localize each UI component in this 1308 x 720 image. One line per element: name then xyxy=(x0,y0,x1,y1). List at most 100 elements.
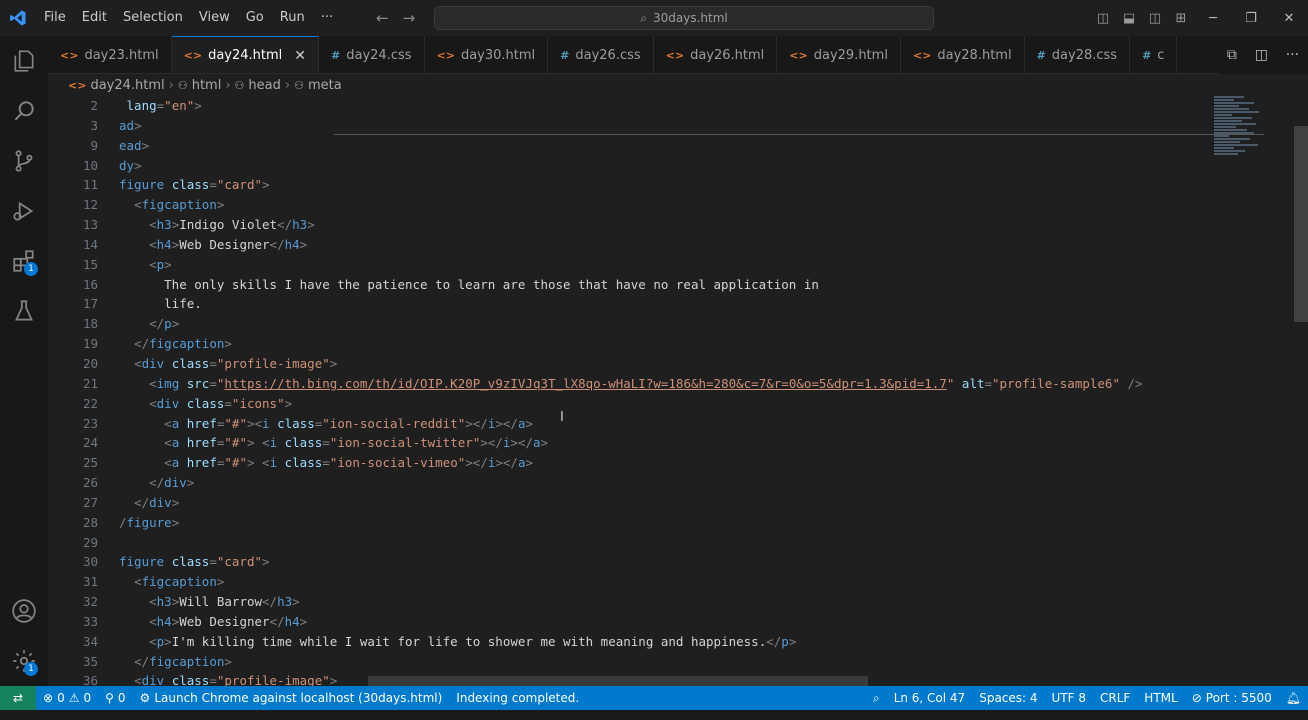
taskbar-strip xyxy=(0,710,1308,720)
split-editor-icon[interactable]: ◫ xyxy=(1255,47,1268,63)
line-number: 25 xyxy=(82,455,98,471)
code-line: <a href="#"> <i class="ion-social-vimeo"… xyxy=(164,455,534,471)
tab-day28-css[interactable]: # day28.css xyxy=(1025,36,1131,73)
tab-label: day28.css xyxy=(1051,47,1118,63)
indentation[interactable]: Spaces: 4 xyxy=(972,691,1044,705)
minimize-icon[interactable]: ─ xyxy=(1194,0,1232,36)
status-right: ⌕ Ln 6, Col 47 Spaces: 4 UTF 8 CRLF HTML… xyxy=(866,686,1308,710)
breadcrumb-meta[interactable]: meta xyxy=(308,78,342,93)
debug-config-icon: ⚙ xyxy=(139,691,151,705)
toggle-secondary-sidebar-icon[interactable]: ◫ xyxy=(1142,0,1168,36)
code-line: <div class="profile-image"> xyxy=(134,355,338,371)
code-line: <p> xyxy=(149,256,172,272)
toggle-panel-icon[interactable]: ⬓ xyxy=(1116,0,1142,36)
accounts-icon[interactable] xyxy=(0,586,48,636)
code-line: figure class="card"> xyxy=(119,177,270,193)
line-number: 33 xyxy=(82,613,98,629)
line-number: 3 xyxy=(90,117,98,133)
tab-day26-html[interactable]: <> day26.html xyxy=(654,36,778,73)
menu-edit[interactable]: Edit xyxy=(74,0,115,36)
search-icon: ⌕ xyxy=(640,10,647,25)
menu-go[interactable]: Go xyxy=(238,0,272,36)
code-line: <a href="#"><i class="ion-social-reddit"… xyxy=(164,415,534,431)
forward-arrow-icon[interactable]: → xyxy=(403,9,416,27)
title-bar: File Edit Selection View Go Run ··· ← → … xyxy=(0,0,1308,36)
line-number: 34 xyxy=(82,633,98,649)
code-lines[interactable]: lang="en"> ad> ead> dy> figure class="ca… xyxy=(119,96,1249,686)
breadcrumb-head[interactable]: head xyxy=(248,78,280,93)
indexing-status: Indexing completed. xyxy=(449,691,586,705)
code-line: /figure> xyxy=(119,514,180,530)
code-line: </div> xyxy=(134,494,180,510)
close-window-icon[interactable]: ✕ xyxy=(1270,0,1308,36)
source-control-icon[interactable] xyxy=(0,136,48,186)
end-of-line[interactable]: CRLF xyxy=(1093,691,1137,705)
menu-run[interactable]: Run xyxy=(272,0,313,36)
code-line: figure class="card"> xyxy=(119,554,270,570)
ports-indicator[interactable]: ⚲ 0 xyxy=(98,691,132,705)
tab-label: day26.html xyxy=(690,47,765,63)
notifications-bell-icon[interactable]: 🔔︎ xyxy=(1279,691,1308,705)
explorer-icon[interactable] xyxy=(0,36,48,86)
zoom-icon[interactable]: ⌕ xyxy=(866,691,887,706)
problems-indicator[interactable]: ⊗ 0 ⚠ 0 xyxy=(36,691,98,705)
minimap[interactable] xyxy=(1214,96,1264,196)
horizontal-scrollbar[interactable] xyxy=(368,676,868,686)
broadcast-icon: ⚲ xyxy=(105,691,114,705)
restore-icon[interactable]: ❐ xyxy=(1232,0,1270,36)
close-tab-icon[interactable]: ✕ xyxy=(294,48,306,64)
tab-day30-html[interactable]: <> day30.html xyxy=(425,36,549,73)
language-mode[interactable]: HTML xyxy=(1137,691,1184,705)
symbol-element-icon: ⚇ xyxy=(234,78,245,92)
tab-label: day26.css xyxy=(575,47,641,63)
settings-gear-icon[interactable]: 1 xyxy=(0,636,48,686)
tab-label: c xyxy=(1157,47,1165,63)
tab-day28-html[interactable]: <> day28.html xyxy=(901,36,1025,73)
launch-config[interactable]: ⚙ Launch Chrome against localhost (30day… xyxy=(133,691,450,705)
html-file-icon: <> xyxy=(60,48,79,62)
search-activity-icon[interactable] xyxy=(0,86,48,136)
breadcrumb-html[interactable]: html xyxy=(192,78,222,93)
tab-overflow[interactable]: # c xyxy=(1130,36,1178,73)
run-debug-icon[interactable] xyxy=(0,186,48,236)
tab-day24-css[interactable]: # day24.css xyxy=(319,36,425,73)
open-preview-icon[interactable]: ⧉ xyxy=(1227,47,1237,63)
remote-indicator-icon[interactable]: ⇄ xyxy=(0,686,36,710)
ports-count: 0 xyxy=(117,691,126,705)
tab-label: day29.html xyxy=(813,47,888,63)
toggle-sidebar-icon[interactable]: ◫ xyxy=(1090,0,1116,36)
menu-more[interactable]: ··· xyxy=(313,0,341,36)
tab-day26-css[interactable]: # day26.css xyxy=(548,36,654,73)
code-line: <figcaption> xyxy=(134,197,225,213)
activity-bar: 1 1 xyxy=(0,36,48,686)
live-server-port[interactable]: ⊘ Port : 5500 xyxy=(1185,691,1279,705)
more-actions-icon[interactable]: ··· xyxy=(1286,47,1299,63)
tab-day23-html[interactable]: <> day23.html xyxy=(48,36,172,73)
search-text: 30days.html xyxy=(652,11,728,25)
vertical-scrollbar[interactable] xyxy=(1294,126,1308,322)
command-center-search[interactable]: ⌕ 30days.html xyxy=(434,6,934,30)
customize-layout-icon[interactable]: ⊞ xyxy=(1168,0,1194,36)
breadcrumb-file[interactable]: day24.html xyxy=(90,78,164,93)
tab-day29-html[interactable]: <> day29.html xyxy=(777,36,901,73)
tab-label: day23.html xyxy=(84,47,159,63)
cursor-position[interactable]: Ln 6, Col 47 xyxy=(887,691,973,705)
menu-selection[interactable]: Selection xyxy=(115,0,191,36)
settings-badge: 1 xyxy=(24,662,38,676)
html-file-icon: <> xyxy=(665,48,685,62)
line-number: 32 xyxy=(82,594,98,610)
testing-icon[interactable] xyxy=(0,286,48,336)
line-number: 23 xyxy=(82,415,98,431)
code-editor[interactable]: 2 3 9 10 11 12 13 14 15 16 17 18 19 20 2… xyxy=(48,96,1308,686)
breadcrumb: <> day24.html › ⚇ html › ⚇ head › ⚇ meta xyxy=(48,74,1308,96)
menu-view[interactable]: View xyxy=(191,0,238,36)
extensions-icon[interactable]: 1 xyxy=(0,236,48,286)
back-arrow-icon[interactable]: ← xyxy=(376,9,389,27)
tab-day24-html[interactable]: <> day24.html ✕ xyxy=(171,36,320,73)
code-line: <figcaption> xyxy=(134,574,225,590)
encoding[interactable]: UTF 8 xyxy=(1045,691,1093,705)
html-file-icon: <> xyxy=(68,78,87,92)
menu-file[interactable]: File xyxy=(36,0,74,36)
line-number: 26 xyxy=(82,475,98,491)
